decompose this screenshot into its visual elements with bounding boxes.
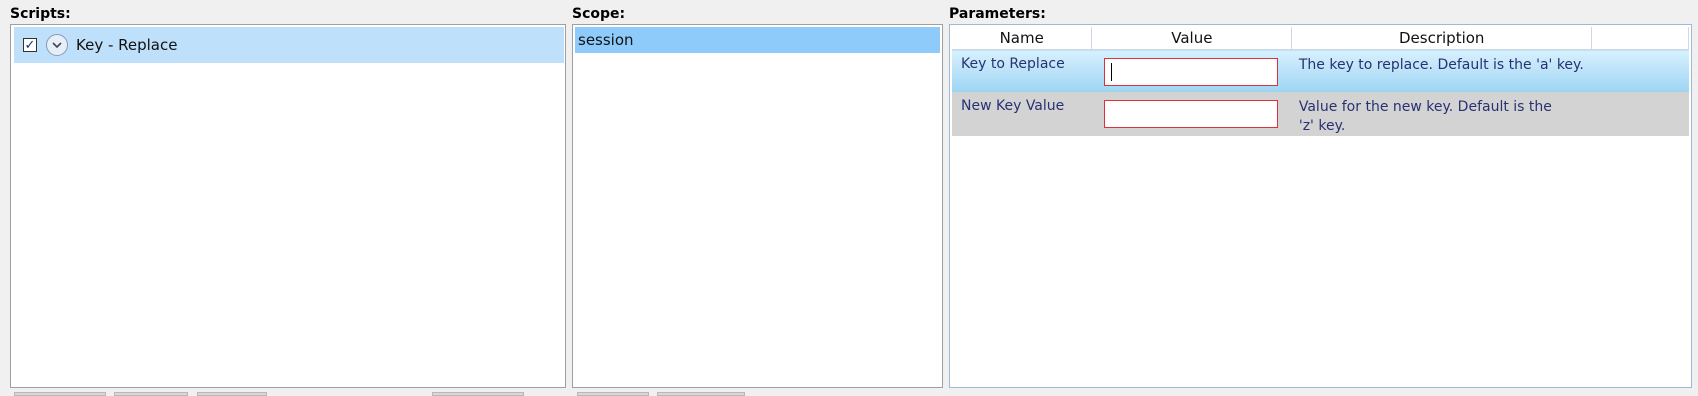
column-header-filler <box>1591 27 1689 50</box>
scope-item-session[interactable]: session <box>575 27 940 53</box>
param-value-cell <box>1091 91 1292 136</box>
bottom-button-1[interactable] <box>14 392 106 396</box>
parameters-table: Name Value Description Key to Replace Th… <box>952 27 1689 136</box>
param-description: Value for the new key. Default is the 'z… <box>1291 91 1592 136</box>
column-header-value[interactable]: Value <box>1091 27 1293 50</box>
key-to-replace-input[interactable] <box>1103 58 1278 86</box>
bottom-button-5[interactable] <box>577 392 649 396</box>
scripts-list[interactable]: ✓ Key - Replace <box>10 24 566 388</box>
script-enabled-checkbox[interactable]: ✓ <box>23 38 37 53</box>
row-filler <box>1591 49 1689 92</box>
table-row[interactable]: New Key Value Value for the new key. Def… <box>952 91 1689 136</box>
parameters-grid[interactable]: Name Value Description Key to Replace Th… <box>949 24 1692 388</box>
bottom-button-2[interactable] <box>114 392 188 396</box>
column-header-name[interactable]: Name <box>952 27 1093 50</box>
column-header-description[interactable]: Description <box>1291 27 1593 50</box>
script-item-key-replace[interactable]: ✓ Key - Replace <box>14 27 564 63</box>
scope-title: Scope: <box>572 6 626 22</box>
chevron-down-icon[interactable] <box>46 34 68 56</box>
script-label: Key - Replace <box>76 36 178 54</box>
bottom-button-6[interactable] <box>657 392 745 396</box>
text-caret <box>1110 63 1112 81</box>
table-row[interactable]: Key to Replace The key to replace. Defau… <box>952 49 1689 92</box>
parameters-title: Parameters: <box>949 6 1046 22</box>
bottom-button-3[interactable] <box>197 392 267 396</box>
scope-list[interactable]: session <box>572 24 943 388</box>
param-name: Key to Replace <box>952 49 1092 92</box>
new-key-value-input[interactable] <box>1103 100 1278 128</box>
bottom-button-4[interactable] <box>432 392 524 396</box>
param-name: New Key Value <box>952 91 1092 136</box>
table-header-row: Name Value Description <box>952 27 1689 50</box>
param-description: The key to replace. Default is the 'a' k… <box>1291 49 1592 92</box>
scripts-title: Scripts: <box>10 6 71 22</box>
row-filler <box>1591 91 1689 136</box>
param-value-cell <box>1091 49 1292 92</box>
